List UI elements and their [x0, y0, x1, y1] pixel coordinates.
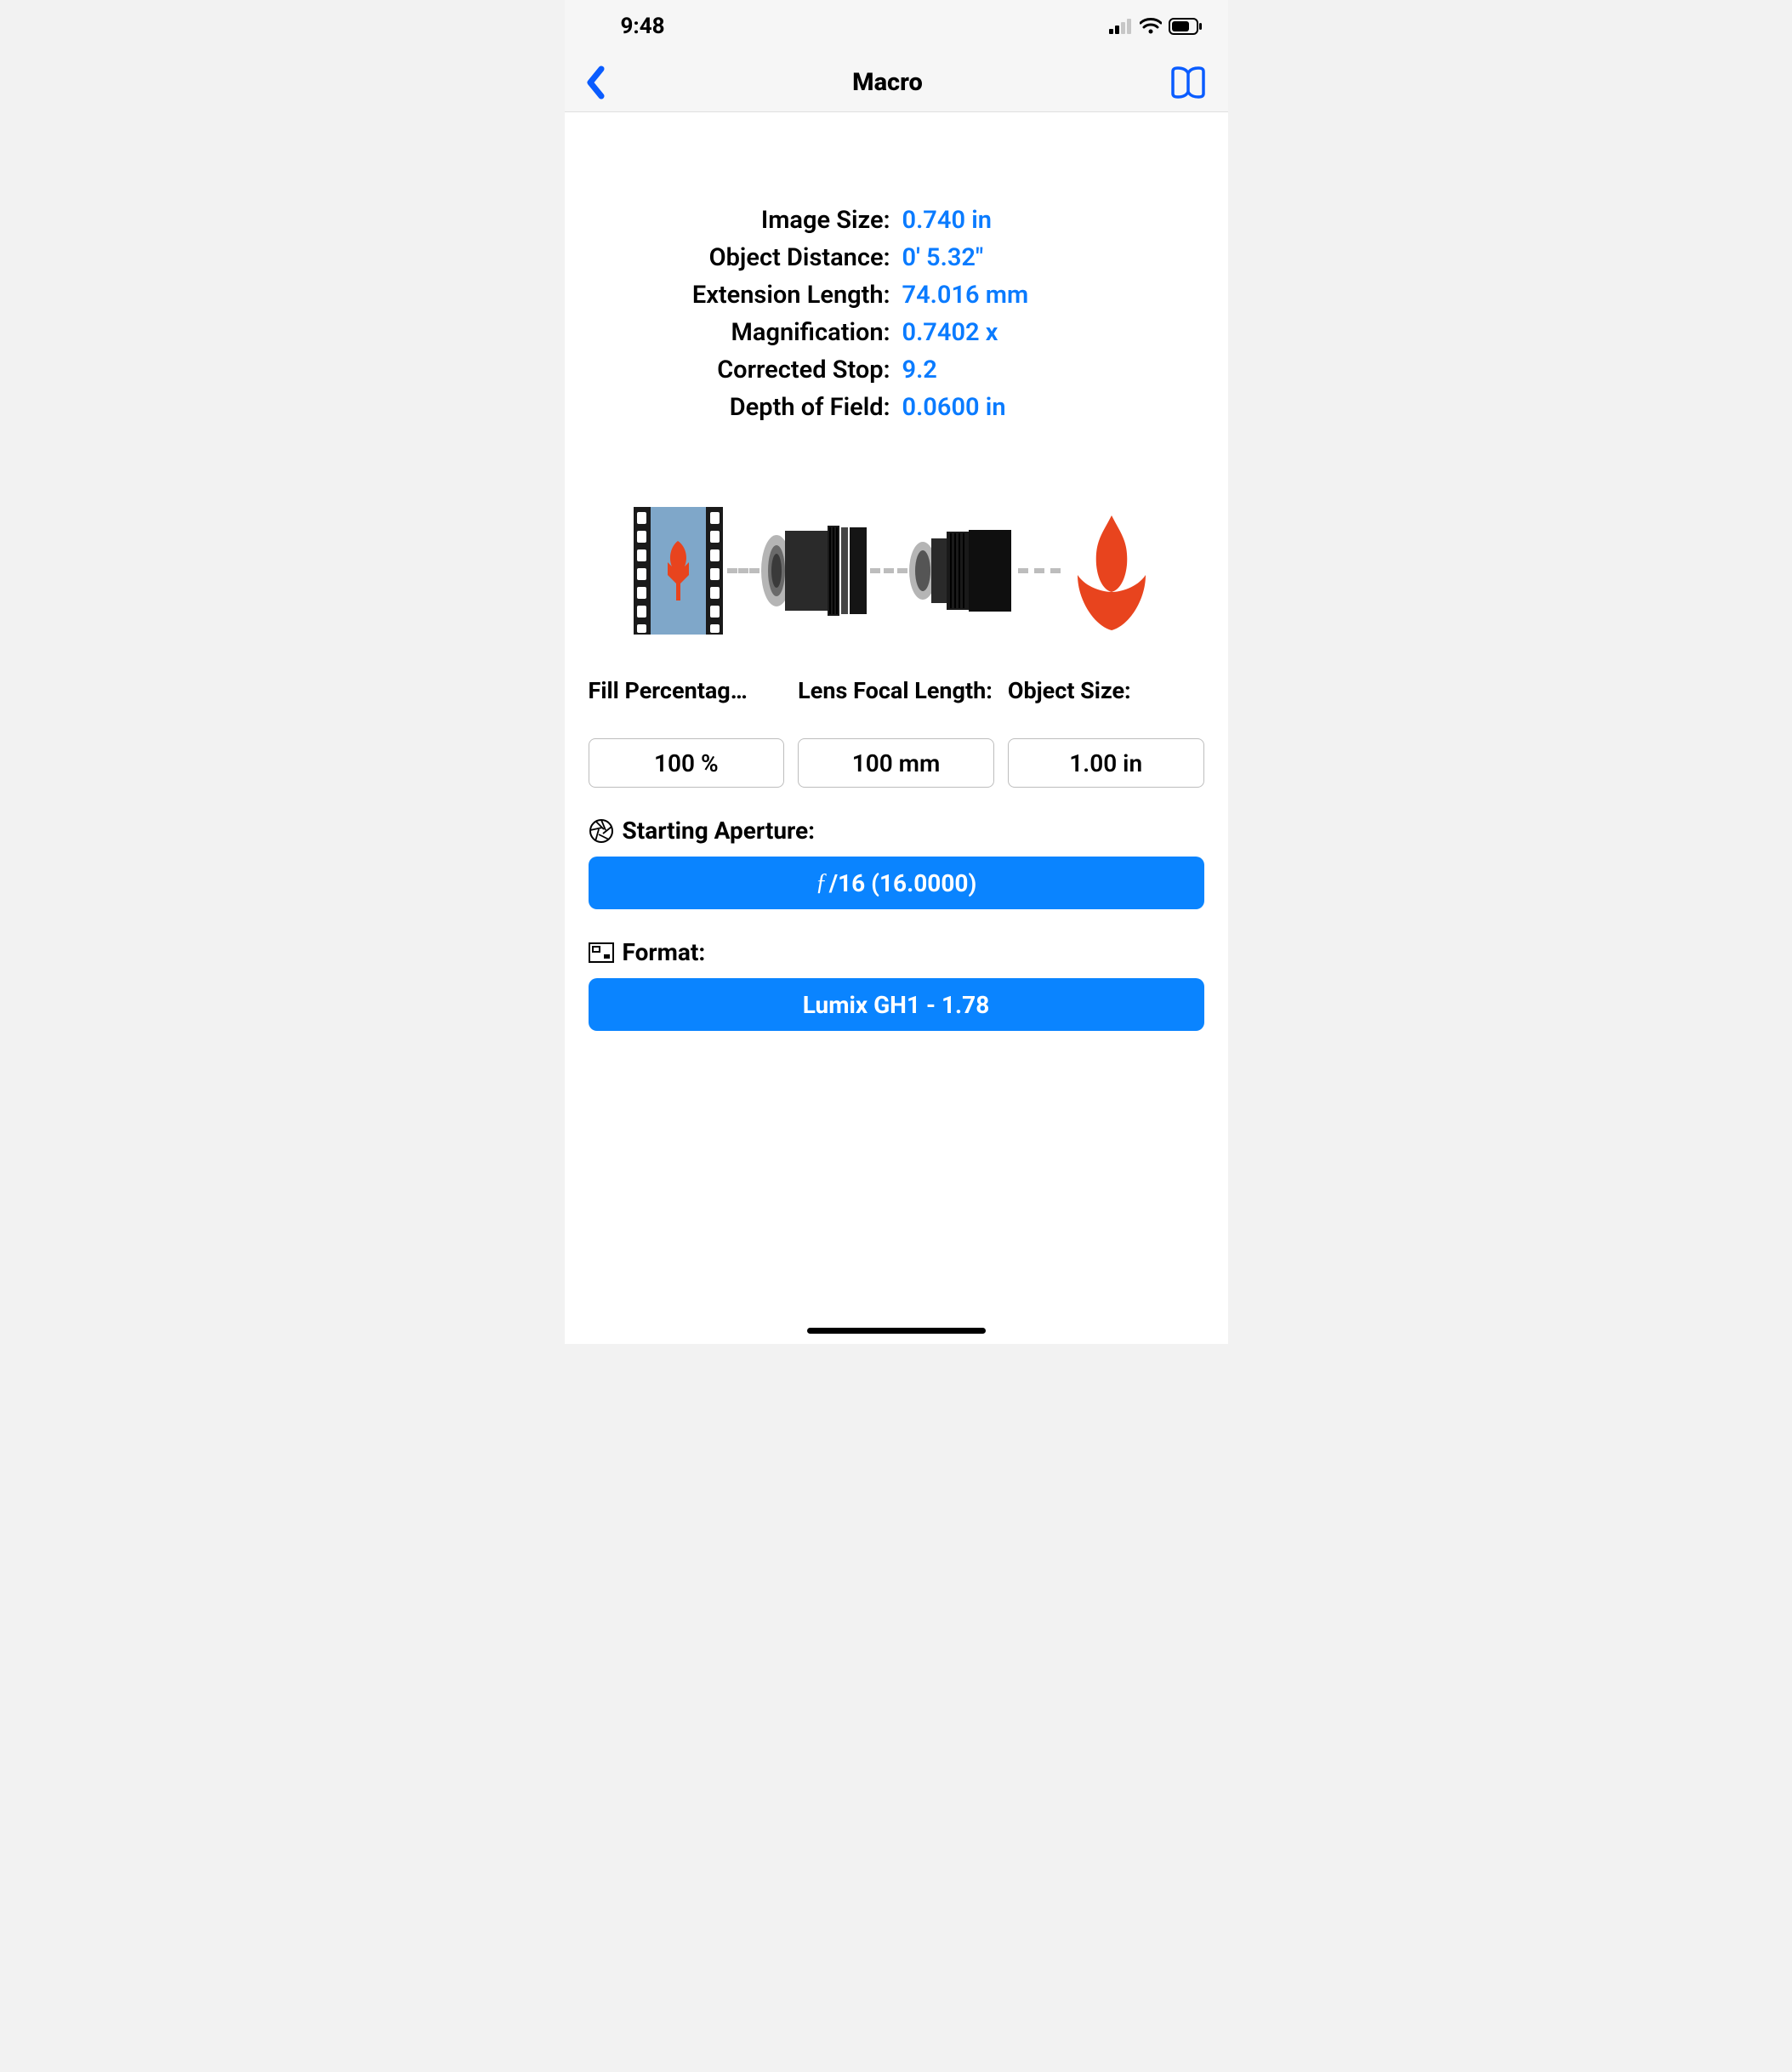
inputs-row: Fill Percentag… 100 % Lens Focal Length:…: [582, 677, 1211, 788]
format-icon: [589, 942, 614, 963]
status-icons: [1109, 18, 1203, 35]
aperture-value: /16 (16.0000): [829, 869, 977, 897]
starting-aperture-label: Starting Aperture:: [623, 817, 816, 845]
magnification-label: Magnification:: [582, 318, 890, 347]
results-grid: Image Size: 0.740 in Object Distance: 0'…: [582, 206, 1211, 422]
image-size-value: 0.740 in: [902, 206, 1211, 235]
book-icon: [1169, 66, 1207, 99]
chevron-left-icon: [585, 65, 606, 100]
object-distance-value: 0' 5.32": [902, 243, 1211, 272]
depth-of-field-label: Depth of Field:: [582, 393, 890, 422]
corrected-stop-value: 9.2: [902, 356, 1211, 384]
optics-diagram: [582, 507, 1211, 635]
object-size-label: Object Size:: [1008, 677, 1204, 731]
lens-focal-length-input[interactable]: 100 mm: [798, 738, 994, 788]
film-strip-icon: [629, 507, 727, 635]
format-button[interactable]: Lumix GH1 - 1.78: [589, 978, 1204, 1031]
home-indicator: [807, 1328, 986, 1334]
starting-aperture-row: Starting Aperture:: [582, 817, 1211, 845]
starting-aperture-button[interactable]: ƒ/16 (16.0000): [589, 857, 1204, 909]
back-button[interactable]: [585, 65, 606, 100]
image-size-label: Image Size:: [582, 206, 890, 235]
macro-flower-icon: [1061, 507, 1163, 635]
battery-icon: [1169, 18, 1203, 35]
extension-length-label: Extension Length:: [582, 281, 890, 310]
navigation-bar: Macro: [565, 53, 1228, 112]
f-symbol: ƒ: [816, 869, 828, 897]
magnification-value: 0.7402 x: [902, 318, 1211, 347]
format-value: Lumix GH1 - 1.78: [803, 991, 990, 1019]
lens-front-icon: [907, 520, 1018, 622]
depth-of-field-value: 0.0600 in: [902, 393, 1211, 422]
lens-focal-length-label: Lens Focal Length:: [798, 677, 994, 731]
corrected-stop-label: Corrected Stop:: [582, 356, 890, 384]
extension-length-value: 74.016 mm: [902, 281, 1211, 310]
status-bar: 9:48: [565, 0, 1228, 53]
fill-percentage-input[interactable]: 100 %: [589, 738, 785, 788]
wifi-icon: [1140, 18, 1162, 35]
aperture-icon: [589, 818, 614, 844]
page-title: Macro: [852, 68, 923, 97]
object-distance-label: Object Distance:: [582, 243, 890, 272]
format-label: Format:: [623, 938, 706, 966]
format-row: Format:: [582, 938, 1211, 966]
status-time: 9:48: [621, 14, 665, 39]
lens-rear-icon: [759, 515, 870, 626]
object-size-input[interactable]: 1.00 in: [1008, 738, 1204, 788]
cellular-icon: [1109, 19, 1133, 34]
fill-percentage-label: Fill Percentag…: [589, 677, 785, 731]
bookmarks-button[interactable]: [1169, 66, 1207, 99]
